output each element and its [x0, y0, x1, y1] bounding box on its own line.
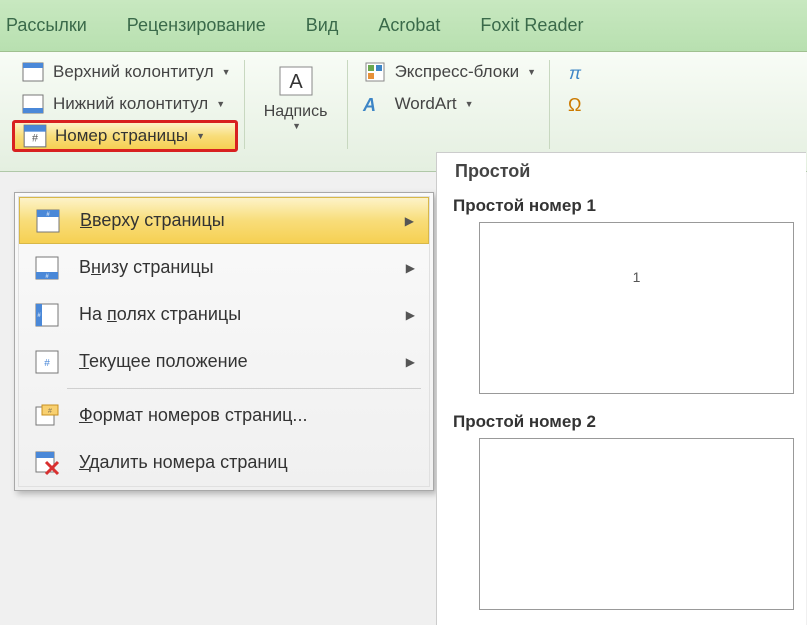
- menu-label: Формат номеров страниц...: [79, 405, 415, 426]
- gallery-preview: [479, 438, 794, 610]
- menu-label: Вверху страницы: [80, 210, 414, 231]
- menu-label: На полях страницы: [79, 304, 415, 325]
- symbol-button[interactable]: Ω: [556, 88, 598, 120]
- submenu-arrow-icon: ▶: [406, 355, 415, 369]
- symbol-icon: Ω: [563, 90, 591, 118]
- quick-parts-button[interactable]: Экспресс-блоки ▼: [354, 56, 544, 88]
- page-number-button[interactable]: # Номер страницы ▼: [12, 120, 238, 152]
- submenu-arrow-icon: ▶: [406, 308, 415, 322]
- text-box-icon: A: [276, 61, 316, 101]
- wordart-label: WordArt: [395, 94, 457, 114]
- submenu-arrow-icon: ▶: [406, 261, 415, 275]
- ribbon-tabs: Рассылки Рецензирование Вид Acrobat Foxi…: [0, 0, 807, 52]
- menu-label: Удалить номера страниц: [79, 452, 415, 473]
- header-top-button[interactable]: Верхний колонтитул ▼: [12, 56, 238, 88]
- page-number-gallery: Простой Простой номер 1 1 Простой номер …: [436, 152, 806, 625]
- remove-icon: [33, 449, 61, 477]
- gallery-item-2[interactable]: Простой номер 2: [437, 406, 806, 622]
- tab-review[interactable]: Рецензирование: [107, 7, 286, 44]
- chevron-down-icon: ▼: [292, 121, 301, 131]
- text-box-button[interactable]: A Надпись ▼: [251, 56, 341, 136]
- menu-item-bottom-of-page[interactable]: # Внизу страницы ▶: [19, 244, 429, 291]
- svg-text:Ω: Ω: [568, 95, 581, 115]
- page-number-top-icon: #: [34, 207, 62, 235]
- quick-parts-icon: [361, 58, 389, 86]
- menu-separator: [67, 388, 421, 389]
- svg-text:π: π: [569, 63, 582, 83]
- tab-view[interactable]: Вид: [286, 7, 359, 44]
- gallery-item-title: Простой номер 2: [449, 412, 794, 432]
- menu-item-top-of-page[interactable]: # Вверху страницы ▶: [19, 197, 429, 244]
- chevron-down-icon: ▼: [196, 131, 205, 141]
- format-icon: #: [33, 402, 61, 430]
- svg-text:#: #: [32, 132, 38, 144]
- wordart-button[interactable]: A WordArt ▼: [354, 88, 544, 120]
- page-number-menu: # Вверху страницы ▶ # Внизу страницы ▶ #…: [14, 192, 434, 491]
- group-header-footer: Верхний колонтитул ▼ Нижний колонтитул ▼…: [6, 56, 244, 171]
- svg-text:A: A: [289, 71, 303, 93]
- menu-item-remove-numbers[interactable]: Удалить номера страниц: [19, 439, 429, 486]
- header-top-icon: [19, 58, 47, 86]
- chevron-down-icon: ▼: [222, 67, 231, 77]
- tab-acrobat[interactable]: Acrobat: [358, 7, 460, 44]
- submenu-arrow-icon: ▶: [405, 214, 414, 228]
- page-number-margin-icon: #: [33, 301, 61, 329]
- group-text: A Надпись ▼: [245, 56, 347, 171]
- menu-label: Внизу страницы: [79, 257, 415, 278]
- header-bottom-icon: [19, 90, 47, 118]
- quick-parts-label: Экспресс-блоки: [395, 62, 520, 82]
- gallery-item-1[interactable]: Простой номер 1 1: [437, 190, 806, 406]
- header-bottom-label: Нижний колонтитул: [53, 94, 208, 114]
- menu-item-page-margins[interactable]: # На полях страницы ▶: [19, 291, 429, 338]
- menu-label: Текущее положение: [79, 351, 415, 372]
- tab-mailings[interactable]: Рассылки: [4, 7, 107, 44]
- page-number-bottom-icon: #: [33, 254, 61, 282]
- gallery-category-header: Простой: [437, 153, 806, 190]
- header-bottom-button[interactable]: Нижний колонтитул ▼: [12, 88, 238, 120]
- svg-text:A: A: [362, 95, 376, 115]
- menu-item-format-numbers[interactable]: # Формат номеров страниц...: [19, 392, 429, 439]
- equation-button[interactable]: π: [556, 56, 598, 88]
- tab-foxit[interactable]: Foxit Reader: [460, 7, 603, 44]
- equation-icon: π: [563, 58, 591, 86]
- gallery-preview: 1: [479, 222, 794, 394]
- chevron-down-icon: ▼: [527, 67, 536, 77]
- text-box-label: Надпись: [264, 103, 328, 121]
- preview-page-number: 1: [633, 269, 641, 285]
- chevron-down-icon: ▼: [216, 99, 225, 109]
- chevron-down-icon: ▼: [465, 99, 474, 109]
- svg-text:#: #: [48, 408, 52, 415]
- wordart-icon: A: [361, 90, 389, 118]
- page-number-current-icon: #: [33, 348, 61, 376]
- menu-item-current-position[interactable]: # Текущее положение ▶: [19, 338, 429, 385]
- header-top-label: Верхний колонтитул: [53, 62, 214, 82]
- gallery-item-title: Простой номер 1: [449, 196, 794, 216]
- page-number-icon: #: [21, 122, 49, 150]
- page-number-label: Номер страницы: [55, 126, 188, 146]
- svg-text:#: #: [44, 358, 50, 369]
